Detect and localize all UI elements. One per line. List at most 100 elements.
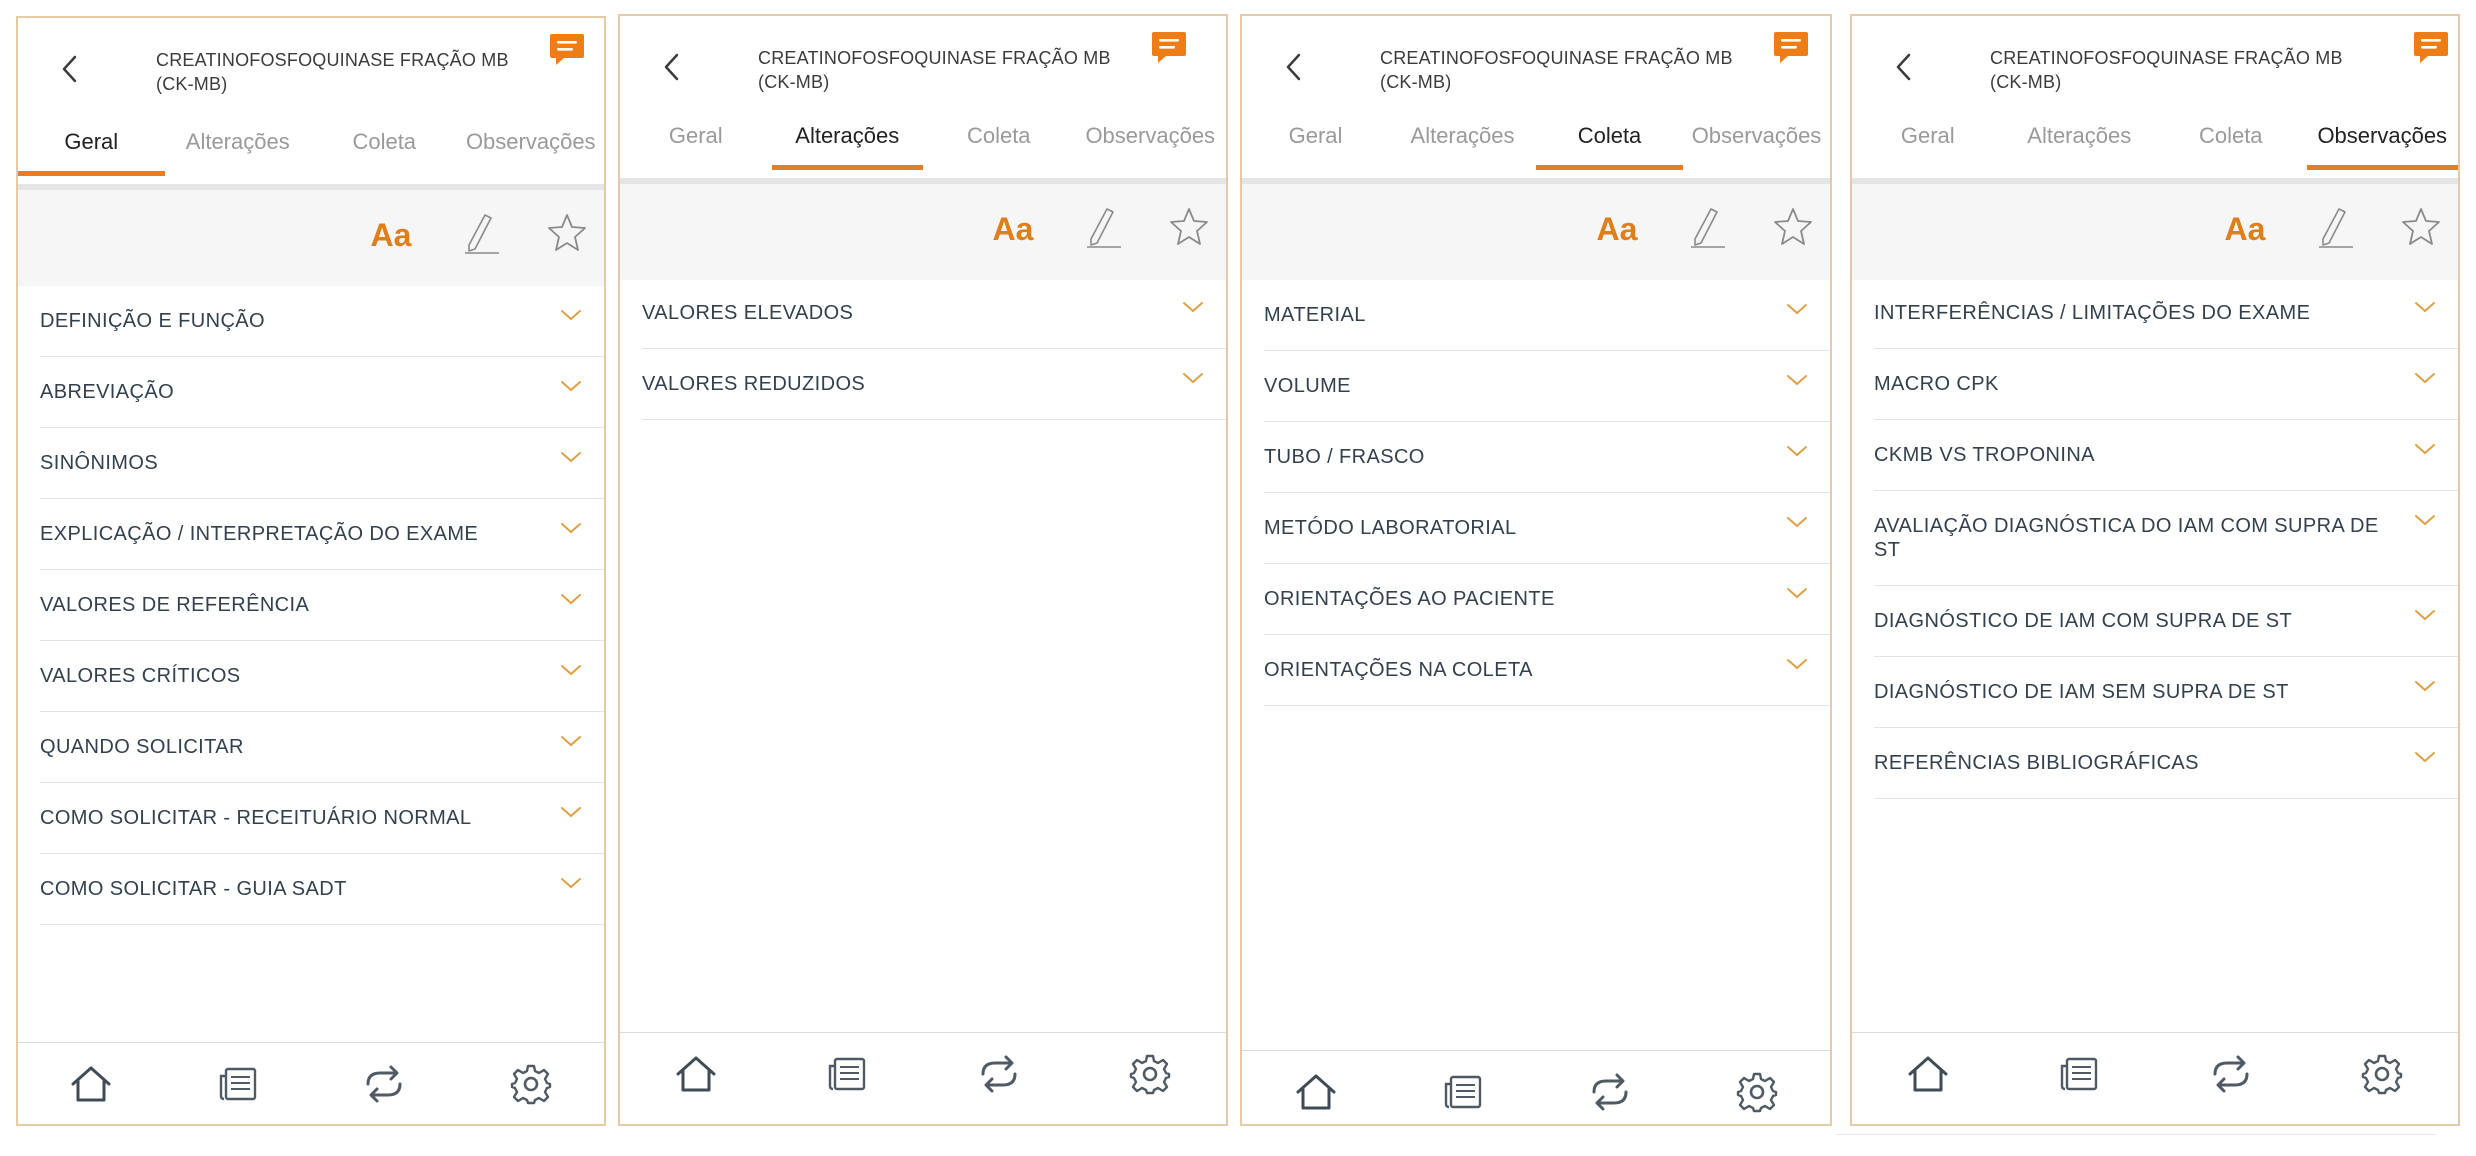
chevron-left-icon bbox=[662, 52, 682, 87]
back-button[interactable] bbox=[1884, 44, 1924, 94]
edit-note-button[interactable] bbox=[2310, 204, 2360, 254]
tab-observacoes[interactable]: Observações bbox=[2306, 108, 2459, 178]
nav-home-button[interactable] bbox=[61, 1056, 121, 1116]
divider bbox=[1836, 1134, 2436, 1135]
nav-news-button[interactable] bbox=[208, 1056, 268, 1116]
list-item[interactable]: ORIENTAÇÕES AO PACIENTE bbox=[1264, 564, 1830, 635]
nav-refresh-button[interactable] bbox=[1580, 1064, 1640, 1124]
back-button[interactable] bbox=[652, 44, 692, 94]
tab-coleta[interactable]: Coleta bbox=[311, 114, 458, 184]
list-item[interactable]: INTERFERÊNCIAS / LIMITAÇÕES DO EXAME bbox=[1874, 278, 2458, 349]
nav-settings-button[interactable] bbox=[1727, 1064, 1787, 1124]
chevron-down-icon bbox=[2414, 608, 2436, 622]
star-icon bbox=[1771, 205, 1815, 254]
list-item[interactable]: REFERÊNCIAS BIBLIOGRÁFICAS bbox=[1874, 728, 2458, 799]
chat-button[interactable] bbox=[1150, 28, 1188, 66]
nav-settings-button[interactable] bbox=[501, 1056, 561, 1116]
list-item[interactable]: DEFINIÇÃO E FUNÇÃO bbox=[40, 286, 604, 357]
list-item[interactable]: COMO SOLICITAR - GUIA SADT bbox=[40, 854, 604, 925]
list-item[interactable]: VOLUME bbox=[1264, 351, 1830, 422]
favorite-button[interactable] bbox=[542, 210, 592, 260]
list-item[interactable]: CKMB VS TROPONINA bbox=[1874, 420, 2458, 491]
tab-alteracoes[interactable]: Alterações bbox=[1389, 108, 1536, 178]
nav-news-button[interactable] bbox=[1433, 1064, 1493, 1124]
nav-home-button[interactable] bbox=[1286, 1064, 1346, 1124]
nav-refresh-button[interactable] bbox=[2201, 1046, 2261, 1106]
back-button[interactable] bbox=[50, 46, 90, 96]
list-item[interactable]: MACRO CPK bbox=[1874, 349, 2458, 420]
tab-alteracoes[interactable]: Alterações bbox=[771, 108, 924, 178]
font-size-icon: Aa bbox=[1596, 210, 1638, 247]
screen-panel-1: CREATINOFOSFOQUINASE FRAÇÃO MB (CK-MB) Ge… bbox=[16, 16, 606, 1126]
star-icon bbox=[1167, 205, 1211, 254]
list-item-label: MATERIAL bbox=[1264, 304, 1366, 326]
tab-geral[interactable]: Geral bbox=[1242, 108, 1389, 178]
favorite-button[interactable] bbox=[1164, 204, 1214, 254]
news-icon bbox=[2059, 1056, 2099, 1097]
tab-bar: Geral Alterações Coleta Observações bbox=[620, 108, 1226, 178]
edit-note-button[interactable] bbox=[1078, 204, 1128, 254]
list-item[interactable]: SINÔNIMOS bbox=[40, 428, 604, 499]
chat-button[interactable] bbox=[1772, 28, 1810, 66]
favorite-button[interactable] bbox=[1768, 204, 1818, 254]
section-list: INTERFERÊNCIAS / LIMITAÇÕES DO EXAME MACR… bbox=[1874, 278, 2458, 799]
chevron-down-icon bbox=[1786, 444, 1808, 458]
pencil-icon bbox=[2313, 203, 2357, 256]
favorite-button[interactable] bbox=[2396, 204, 2446, 254]
tab-bar: Geral Alterações Coleta Observações bbox=[1852, 108, 2458, 178]
nav-refresh-button[interactable] bbox=[969, 1046, 1029, 1106]
nav-news-button[interactable] bbox=[2049, 1046, 2109, 1106]
tab-alteracoes[interactable]: Alterações bbox=[2004, 108, 2156, 178]
nav-settings-button[interactable] bbox=[1120, 1046, 1180, 1106]
list-item[interactable]: VALORES DE REFERÊNCIA bbox=[40, 570, 604, 641]
nav-news-button[interactable] bbox=[817, 1046, 877, 1106]
tab-coleta[interactable]: Coleta bbox=[923, 108, 1075, 178]
list-item[interactable]: MATERIAL bbox=[1264, 280, 1830, 351]
edit-note-button[interactable] bbox=[1682, 204, 1732, 254]
screen-panel-2: CREATINOFOSFOQUINASE FRAÇÃO MB (CK-MB) Ge… bbox=[618, 14, 1228, 1126]
tab-observacoes[interactable]: Observações bbox=[1075, 108, 1227, 178]
tab-geral[interactable]: Geral bbox=[620, 108, 772, 178]
toolbar: Aa bbox=[620, 178, 1226, 280]
list-item[interactable]: QUANDO SOLICITAR bbox=[40, 712, 604, 783]
list-item[interactable]: ORIENTAÇÕES NA COLETA bbox=[1264, 635, 1830, 706]
tab-geral[interactable]: Geral bbox=[1852, 108, 2004, 178]
tab-geral[interactable]: Geral bbox=[18, 114, 165, 184]
back-button[interactable] bbox=[1274, 44, 1314, 94]
tab-coleta[interactable]: Coleta bbox=[2155, 108, 2307, 178]
chat-button[interactable] bbox=[2412, 28, 2450, 66]
refresh-icon bbox=[2209, 1054, 2253, 1099]
list-item-label: MACRO CPK bbox=[1874, 373, 1999, 395]
bottom-nav bbox=[1242, 1050, 1830, 1124]
nav-refresh-button[interactable] bbox=[354, 1056, 414, 1116]
nav-settings-button[interactable] bbox=[2352, 1046, 2412, 1106]
list-item[interactable]: EXPLICAÇÃO / INTERPRETAÇÃO DO EXAME bbox=[40, 499, 604, 570]
chat-button[interactable] bbox=[548, 30, 586, 68]
gear-icon bbox=[510, 1063, 552, 1110]
tab-observacoes[interactable]: Observações bbox=[458, 114, 605, 184]
nav-home-button[interactable] bbox=[1898, 1046, 1958, 1106]
list-item[interactable]: DIAGNÓSTICO DE IAM SEM SUPRA DE ST bbox=[1874, 657, 2458, 728]
list-item[interactable]: VALORES REDUZIDOS bbox=[642, 349, 1226, 420]
font-size-button[interactable]: Aa bbox=[1592, 204, 1642, 254]
toolbar: Aa bbox=[1852, 178, 2458, 280]
list-item[interactable]: ABREVIAÇÃO bbox=[40, 357, 604, 428]
list-item[interactable]: VALORES CRÍTICOS bbox=[40, 641, 604, 712]
font-size-button[interactable]: Aa bbox=[366, 210, 416, 260]
list-item[interactable]: TUBO / FRASCO bbox=[1264, 422, 1830, 493]
font-size-button[interactable]: Aa bbox=[2220, 204, 2270, 254]
page-title: CREATINOFOSFOQUINASE FRAÇÃO MB (CK-MB) bbox=[1380, 48, 1733, 92]
list-item[interactable]: METÓDO LABORATORIAL bbox=[1264, 493, 1830, 564]
nav-home-button[interactable] bbox=[666, 1046, 726, 1106]
tab-observacoes[interactable]: Observações bbox=[1683, 108, 1830, 178]
tab-coleta[interactable]: Coleta bbox=[1536, 108, 1683, 178]
list-item[interactable]: DIAGNÓSTICO DE IAM COM SUPRA DE ST bbox=[1874, 586, 2458, 657]
list-item-label: VOLUME bbox=[1264, 375, 1351, 397]
list-item[interactable]: AVALIAÇÃO DIAGNÓSTICA DO IAM COM SUPRA D… bbox=[1874, 491, 2458, 586]
list-item[interactable]: VALORES ELEVADOS bbox=[642, 278, 1226, 349]
font-size-button[interactable]: Aa bbox=[988, 204, 1038, 254]
tab-alteracoes[interactable]: Alterações bbox=[165, 114, 312, 184]
list-item[interactable]: COMO SOLICITAR - RECEITUÁRIO NORMAL bbox=[40, 783, 604, 854]
edit-note-button[interactable] bbox=[456, 210, 506, 260]
chevron-down-icon bbox=[2414, 442, 2436, 456]
